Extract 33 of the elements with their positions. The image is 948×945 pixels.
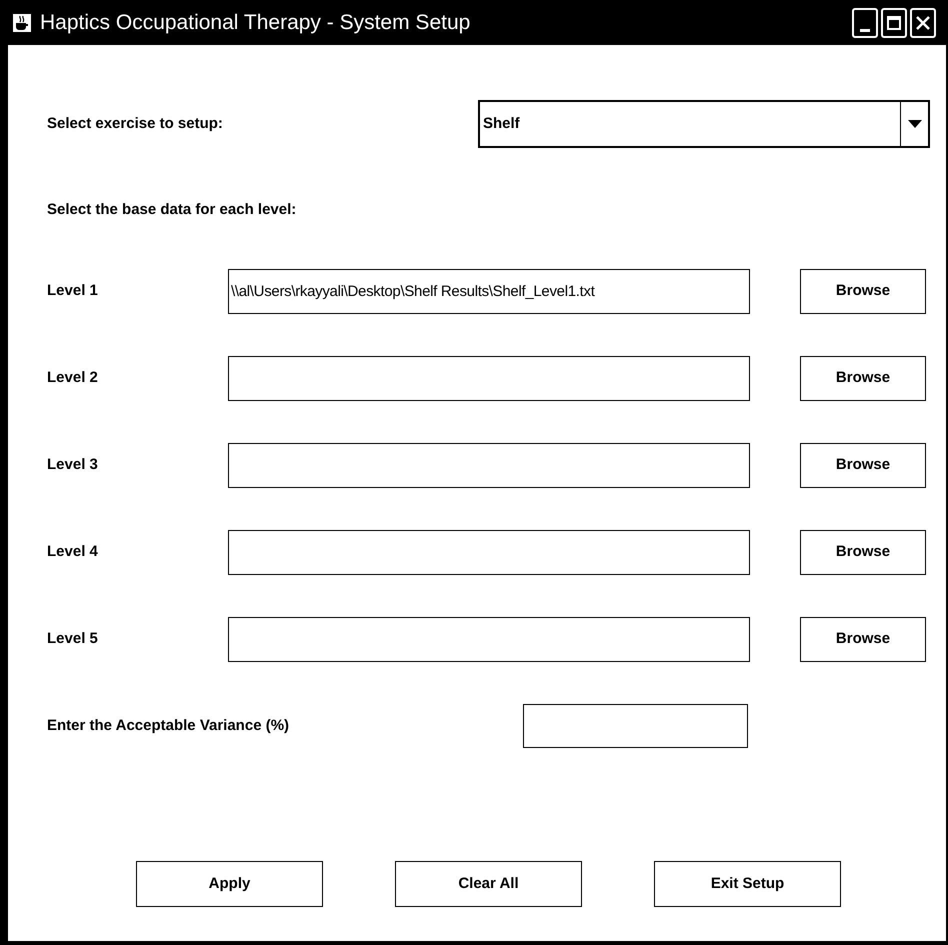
level-label: Level 5 (47, 629, 99, 650)
close-icon (916, 16, 930, 30)
maximize-icon (887, 16, 901, 30)
level-label: Level 2 (47, 368, 99, 388)
close-button[interactable] (910, 8, 936, 38)
file-path-field[interactable] (228, 356, 750, 401)
base-data-label: Select the base data for each level: (47, 200, 298, 220)
file-path-field[interactable]: \\al\Users\rkayyali\Desktop\Shelf Results\Shelf_Level1.txt (228, 269, 750, 314)
minimize-button[interactable] (852, 8, 878, 38)
action-button[interactable]: Apply (136, 861, 323, 907)
file-path-field[interactable] (228, 443, 750, 488)
level-label: Level 3 (47, 455, 99, 476)
exercise-label: Select exercise to setup: (47, 114, 224, 134)
file-path-field[interactable] (228, 617, 750, 662)
browse-button[interactable]: Browse (800, 356, 926, 401)
variance-field[interactable] (523, 704, 748, 748)
level-label: Level 4 (47, 542, 99, 562)
action-button[interactable]: Exit Setup (654, 861, 841, 907)
variance-label: Enter the Acceptable Variance (%) (47, 716, 290, 736)
browse-button[interactable]: Browse (800, 269, 926, 314)
level-label: Level 1 (47, 281, 99, 302)
maximize-button[interactable] (881, 8, 907, 38)
browse-button[interactable]: Browse (800, 530, 926, 575)
window-title: Haptics Occupational Therapy - System Setup (40, 10, 470, 36)
dropdown-value: Shelf (482, 114, 521, 134)
dropdown-arrow-icon (908, 120, 922, 128)
file-path-field[interactable] (228, 530, 750, 575)
coffee-cup-icon (12, 12, 32, 32)
exercise-dropdown[interactable]: Shelf (478, 100, 930, 148)
action-button[interactable]: Clear All (395, 861, 582, 907)
browse-button[interactable]: Browse (800, 443, 926, 488)
browse-button[interactable]: Browse (800, 617, 926, 662)
minimize-icon (860, 28, 870, 32)
